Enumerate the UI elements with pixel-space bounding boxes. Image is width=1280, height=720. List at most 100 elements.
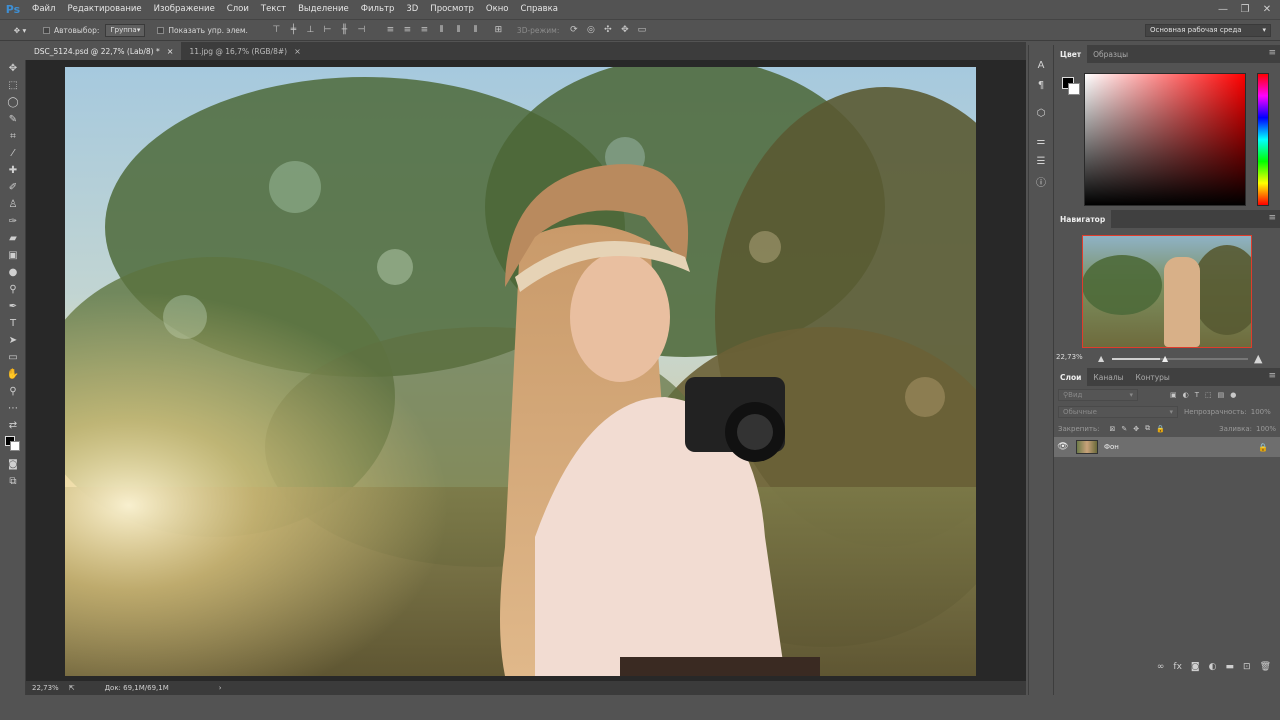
navigator-zoom-value[interactable]: 22,73% — [1056, 353, 1083, 361]
quick-mask-icon[interactable]: ◙ — [0, 456, 26, 473]
menu-window[interactable]: Окно — [480, 0, 515, 18]
menu-layers[interactable]: Слои — [221, 0, 255, 18]
menu-edit[interactable]: Редактирование — [61, 0, 147, 18]
distribute-hcenter-icon[interactable]: ⦀ — [450, 25, 467, 35]
add-mask-icon[interactable]: ◙ — [1191, 662, 1200, 672]
distribute-top-icon[interactable]: ≡ — [382, 25, 399, 35]
tab-layers[interactable]: Слои — [1054, 368, 1088, 386]
layer-name[interactable]: Фон — [1104, 443, 1119, 451]
healing-brush-tool-icon[interactable]: ✚ — [0, 162, 26, 179]
layer-style-icon[interactable]: fx — [1173, 662, 1182, 672]
crop-tool-icon[interactable]: ⌗ — [0, 128, 26, 145]
info-panel-icon[interactable]: ⓘ — [1029, 171, 1053, 191]
new-adjustment-layer-icon[interactable]: ◐ — [1209, 662, 1217, 672]
status-menu-arrow-icon[interactable]: › — [219, 684, 222, 692]
document-image[interactable] — [65, 67, 976, 676]
adjustments-panel-icon[interactable]: ⚌ — [1029, 131, 1053, 151]
align-right-icon[interactable]: ⊣ — [353, 25, 370, 35]
tab-11jpg[interactable]: 11.jpg @ 16,7% (RGB/8#) × — [181, 42, 308, 60]
new-layer-icon[interactable]: ⊡ — [1243, 662, 1251, 672]
auto-align-icon[interactable]: ⊞ — [490, 25, 507, 35]
lock-pixels-icon[interactable]: ✎ — [1121, 425, 1127, 433]
status-export-icon[interactable]: ⇱ — [69, 684, 75, 692]
lock-all-icon[interactable]: 🔒 — [1156, 425, 1165, 433]
menu-3d[interactable]: 3D — [400, 0, 424, 18]
zoom-out-icon[interactable]: ▲ — [1098, 354, 1104, 363]
move-tool-icon[interactable]: ✥ — [0, 60, 26, 77]
3d-scale-icon[interactable]: ▭ — [633, 25, 650, 35]
color-spectrum-field[interactable] — [1084, 73, 1246, 206]
distribute-vcenter-icon[interactable]: ≡ — [399, 25, 416, 35]
properties-panel-icon[interactable]: ☰ — [1029, 151, 1053, 171]
align-left-icon[interactable]: ⊢ — [319, 25, 336, 35]
filter-toggle-icon[interactable]: ● — [1230, 391, 1236, 399]
filter-adjustment-icon[interactable]: ◐ — [1183, 391, 1189, 399]
more-tools-icon[interactable]: ⋯ — [0, 400, 26, 417]
filter-shape-icon[interactable]: ⬚ — [1205, 391, 1212, 399]
path-selection-tool-icon[interactable]: ➤ — [0, 332, 26, 349]
3d-pan-icon[interactable]: ✣ — [599, 25, 616, 35]
close-window-button[interactable]: ✕ — [1256, 0, 1278, 18]
opacity-value[interactable]: 100% — [1251, 408, 1271, 416]
lock-transparency-icon[interactable]: ⊠ — [1109, 425, 1115, 433]
blend-mode-dropdown[interactable]: Обычные ▾ — [1058, 405, 1178, 418]
lasso-tool-icon[interactable]: ◯ — [0, 94, 26, 111]
zoom-in-icon[interactable]: ▲ — [1254, 352, 1262, 365]
layer-filter-dropdown[interactable]: ⚲ Вид ▾ — [1058, 388, 1138, 401]
distribute-bottom-icon[interactable]: ≡ — [416, 25, 433, 35]
tab-channels[interactable]: Каналы — [1087, 368, 1129, 386]
tab-dsc5124[interactable]: DSC_5124.psd @ 22,7% (Lab/8) * × — [26, 42, 182, 60]
align-vcenter-icon[interactable]: ╪ — [285, 25, 302, 35]
menu-help[interactable]: Справка — [515, 0, 564, 18]
maximize-button[interactable]: ❐ — [1234, 0, 1256, 18]
brush-tool-icon[interactable]: ✐ — [0, 179, 26, 196]
zoom-tool-icon[interactable]: ⚲ — [0, 383, 26, 400]
panel-menu-icon[interactable]: ≡ — [1268, 213, 1276, 223]
menu-file[interactable]: Файл — [26, 0, 61, 18]
paragraph-panel-icon[interactable]: ¶ — [1029, 75, 1053, 95]
navigator-view-box[interactable] — [1082, 235, 1252, 348]
trash-icon[interactable]: 🗑 — [1260, 662, 1271, 672]
clone-stamp-tool-icon[interactable]: ♙ — [0, 196, 26, 213]
distribute-right-icon[interactable]: ⦀ — [467, 25, 484, 35]
autoselect-checkbox[interactable]: Автовыбор: — [40, 19, 102, 41]
menu-type[interactable]: Текст — [255, 0, 292, 18]
history-brush-tool-icon[interactable]: ✑ — [0, 213, 26, 230]
fill-value[interactable]: 100% — [1256, 425, 1276, 433]
filter-type-icon[interactable]: T — [1195, 391, 1199, 399]
navigator-thumbnail[interactable] — [1082, 235, 1252, 348]
lock-artboard-icon[interactable]: ⧉ — [1145, 424, 1150, 433]
zoom-slider-thumb[interactable]: ▲ — [1162, 354, 1168, 363]
minimize-button[interactable]: — — [1212, 0, 1234, 18]
marquee-tool-icon[interactable]: ⬚ — [0, 77, 26, 94]
3d-orbit-icon[interactable]: ⟳ — [565, 25, 582, 35]
type-tool-icon[interactable]: T — [0, 315, 26, 332]
menu-select[interactable]: Выделение — [292, 0, 355, 18]
background-color-swatch[interactable] — [1068, 83, 1080, 95]
lock-position-icon[interactable]: ✥ — [1133, 425, 1139, 433]
autoselect-dropdown[interactable]: Группа ▾ — [105, 23, 146, 37]
quick-select-tool-icon[interactable]: ✎ — [0, 111, 26, 128]
tab-close-icon[interactable]: × — [294, 47, 301, 56]
3d-slide-icon[interactable]: ✥ — [616, 25, 633, 35]
workspace-dropdown[interactable]: Основная рабочая среда ▾ — [1145, 23, 1271, 37]
tab-paths[interactable]: Контуры — [1130, 368, 1176, 386]
shape-tool-icon[interactable]: ▭ — [0, 349, 26, 366]
blur-tool-icon[interactable]: ● — [0, 264, 26, 281]
align-bottom-icon[interactable]: ⊥ — [302, 25, 319, 35]
new-group-icon[interactable]: ▬ — [1226, 662, 1235, 672]
screen-mode-icon[interactable]: ⧉ — [0, 473, 26, 490]
show-transform-checkbox[interactable]: Показать упр. элем. — [154, 19, 251, 41]
menu-view[interactable]: Просмотр — [424, 0, 480, 18]
tab-color[interactable]: Цвет — [1054, 45, 1088, 63]
dodge-tool-icon[interactable]: ⚲ — [0, 281, 26, 298]
align-top-icon[interactable]: ⊤ — [268, 25, 285, 35]
filter-smart-object-icon[interactable]: ▤ — [1218, 391, 1225, 399]
eraser-tool-icon[interactable]: ▰ — [0, 230, 26, 247]
panel-menu-icon[interactable]: ≡ — [1268, 371, 1276, 381]
hand-tool-icon[interactable]: ✋ — [0, 366, 26, 383]
tab-close-icon[interactable]: × — [167, 47, 174, 56]
tab-navigator[interactable]: Навигатор — [1054, 210, 1112, 228]
menu-image[interactable]: Изображение — [148, 0, 221, 18]
pen-tool-icon[interactable]: ✒ — [0, 298, 26, 315]
